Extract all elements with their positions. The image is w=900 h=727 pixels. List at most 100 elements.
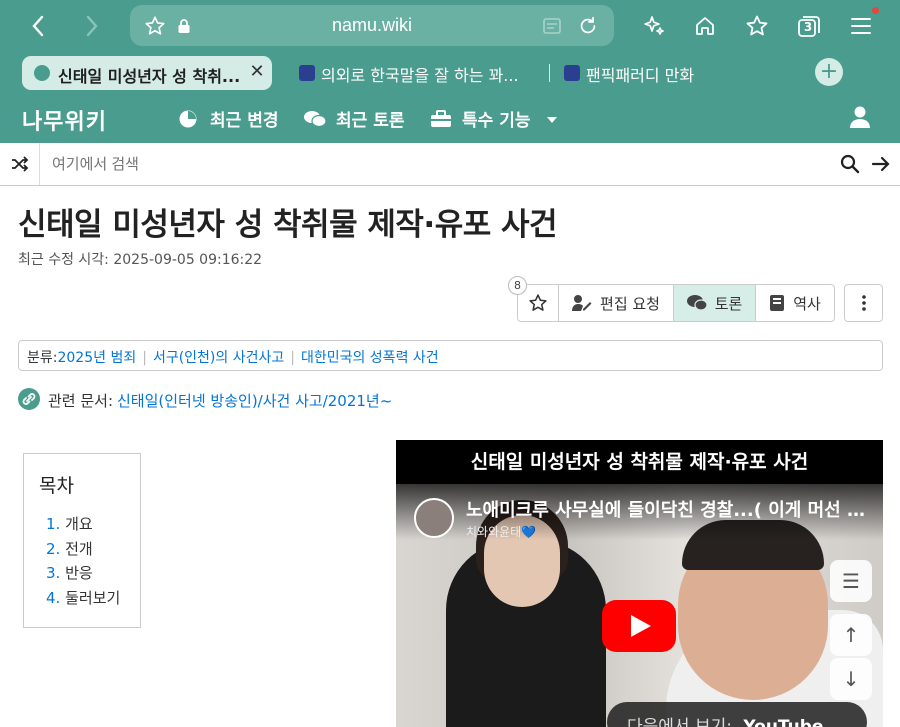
sparkle-icon[interactable] xyxy=(640,12,668,40)
user-icon[interactable] xyxy=(848,105,872,129)
reload-icon[interactable] xyxy=(576,14,600,38)
toc-heading: 목차 xyxy=(39,475,74,497)
category-link[interactable]: 2025년 범죄 xyxy=(57,350,136,366)
site-logo[interactable]: 나무위키 xyxy=(22,104,107,136)
forward-button[interactable] xyxy=(76,10,108,42)
browser-chrome: namu.wiki 3 신태일 미성년자 성 착취... ✕ 의외로 한국말을 … xyxy=(0,0,900,143)
youtube-logo: YouTube xyxy=(743,717,824,727)
history-button[interactable]: 역사 xyxy=(756,285,834,321)
category-divider: | xyxy=(142,350,147,366)
notification-dot xyxy=(872,7,879,14)
search-icon[interactable] xyxy=(840,154,860,174)
toc-title: 개요 xyxy=(65,515,93,533)
address-bar[interactable]: namu.wiki xyxy=(130,5,614,46)
shuffle-icon xyxy=(11,156,28,172)
home-icon[interactable] xyxy=(691,12,719,40)
tab-title: 신태일 미성년자 성 착취... xyxy=(58,67,241,86)
book-icon xyxy=(770,295,785,311)
category-link[interactable]: 대한민국의 성폭력 사건 xyxy=(301,350,439,366)
toc-number[interactable]: 3. xyxy=(46,564,60,582)
page-title: 신태일 미성년자 성 착취물 제작·유포 사건 xyxy=(18,207,558,243)
menu-icon[interactable] xyxy=(847,12,875,40)
video-title[interactable]: 노애미크루 사무실에 들이닥친 경찰...( 이게 머선 일... xyxy=(466,496,871,522)
tab-divider xyxy=(549,64,550,82)
toc-title: 반응 xyxy=(65,564,93,582)
watch-label: 다음에서 보기: xyxy=(627,717,732,727)
random-document-button[interactable] xyxy=(0,143,40,185)
toc-number[interactable]: 4. xyxy=(46,589,60,607)
toc-title: 둘러보기 xyxy=(65,588,121,607)
tabs-count: 3 xyxy=(803,20,813,34)
edit-icon xyxy=(572,295,592,311)
video-caption: 신태일 미성년자 성 착취물 제작·유포 사건 xyxy=(396,440,883,484)
playlist-icon[interactable]: ☰ xyxy=(830,560,872,602)
toc-item[interactable]: 2. 전개 xyxy=(46,538,120,563)
back-button[interactable] xyxy=(22,10,54,42)
toolbox-icon xyxy=(431,110,451,127)
nav-label: 특수 기능 xyxy=(462,111,531,131)
category-link[interactable]: 서구(인천)의 사건사고 xyxy=(153,350,284,366)
article-actions: 편집 요청 토론 역사 xyxy=(517,284,835,322)
site-favicon-icon xyxy=(299,65,315,81)
close-tab-icon[interactable]: ✕ xyxy=(247,61,267,83)
star-icon xyxy=(529,294,547,311)
nav-label: 최근 변경 xyxy=(210,111,279,131)
scroll-up-icon[interactable]: ↑ xyxy=(830,614,872,656)
chevron-right-icon xyxy=(86,15,98,37)
toc-number[interactable]: 2. xyxy=(46,540,60,558)
compass-icon xyxy=(179,110,197,128)
more-options-button[interactable] xyxy=(844,284,883,322)
tab-title: 의외로 한국말을 잘 하는 꽈... xyxy=(321,66,519,85)
caret-down-icon xyxy=(547,117,558,123)
toc-number[interactable]: 1. xyxy=(46,515,60,533)
comments-icon xyxy=(304,111,326,128)
toc-title: 전개 xyxy=(65,539,93,558)
comments-icon xyxy=(686,295,707,311)
tabs-count-button[interactable]: 3 xyxy=(795,12,823,40)
action-label: 편집 요청 xyxy=(600,294,660,313)
kebab-menu-icon xyxy=(861,295,866,311)
tab-active[interactable]: 신태일 미성년자 성 착취... ✕ xyxy=(22,56,272,90)
discussion-button[interactable]: 토론 xyxy=(674,285,756,321)
tab-title: 팬픽패러디 만화 xyxy=(586,66,695,85)
table-of-contents: 목차 1. 개요 2. 전개 3. 반응 4. 둘러보기 xyxy=(23,453,141,628)
channel-avatar[interactable] xyxy=(414,498,454,538)
edit-request-button[interactable]: 편집 요청 xyxy=(559,285,674,321)
site-favicon-icon xyxy=(564,65,580,81)
last-modified-label: 최근 수정 시각: xyxy=(18,252,109,268)
go-arrow-icon[interactable] xyxy=(871,154,891,174)
channel-name[interactable]: 치와와윤태💙 xyxy=(466,523,536,540)
related-label: 관련 문서: xyxy=(48,392,114,410)
category-label: 분류 xyxy=(27,350,53,366)
toc-item[interactable]: 4. 둘러보기 xyxy=(46,587,120,612)
reader-mode-icon[interactable] xyxy=(540,14,564,38)
last-modified-time: 2025-09-05 09:16:22 xyxy=(113,252,263,268)
toc-list: 1. 개요 2. 전개 3. 반응 4. 둘러보기 xyxy=(46,513,120,611)
new-tab-button[interactable]: + xyxy=(815,58,843,86)
play-button[interactable] xyxy=(602,600,676,652)
action-label: 토론 xyxy=(714,294,743,313)
nav-special-features[interactable]: 특수 기능 xyxy=(430,106,558,131)
action-label: 역사 xyxy=(793,294,821,313)
link-icon xyxy=(18,388,40,410)
category-box: 분류:2025년 범죄 | 서구(인천)의 사건사고 | 대한민국의 성폭력 사건 xyxy=(18,340,883,371)
namuwiki-favicon-icon xyxy=(34,65,50,81)
related-link[interactable]: 신태일(인터넷 방송인)/사건 사고/2021년~ xyxy=(117,390,392,411)
toc-item[interactable]: 1. 개요 xyxy=(46,513,120,538)
site-navbar: 나무위키 최근 변경 최근 토론 특수 기능 xyxy=(0,92,900,143)
star-count-badge: 8 xyxy=(508,276,527,295)
nav-recent-changes[interactable]: 최근 변경 xyxy=(178,106,278,131)
tab-strip: 신태일 미성년자 성 착취... ✕ 의외로 한국말을 잘 하는 꽈... 팬픽… xyxy=(0,52,900,92)
nav-recent-discussions[interactable]: 최근 토론 xyxy=(304,106,404,131)
chevron-left-icon xyxy=(32,15,44,37)
toc-item[interactable]: 3. 반응 xyxy=(46,562,120,587)
last-modified: 최근 수정 시각: 2025-09-05 09:16:22 xyxy=(18,249,262,269)
search-input[interactable] xyxy=(52,152,752,176)
scroll-down-icon[interactable]: ↓ xyxy=(830,658,872,700)
search-bar xyxy=(0,143,900,186)
category-divider: | xyxy=(290,350,295,366)
favorites-star-icon[interactable] xyxy=(743,12,771,40)
nav-label: 최근 토론 xyxy=(336,111,405,131)
watch-on-youtube-button[interactable]: 다음에서 보기: YouTube xyxy=(607,702,867,727)
browser-toolbar: namu.wiki 3 xyxy=(0,0,900,52)
